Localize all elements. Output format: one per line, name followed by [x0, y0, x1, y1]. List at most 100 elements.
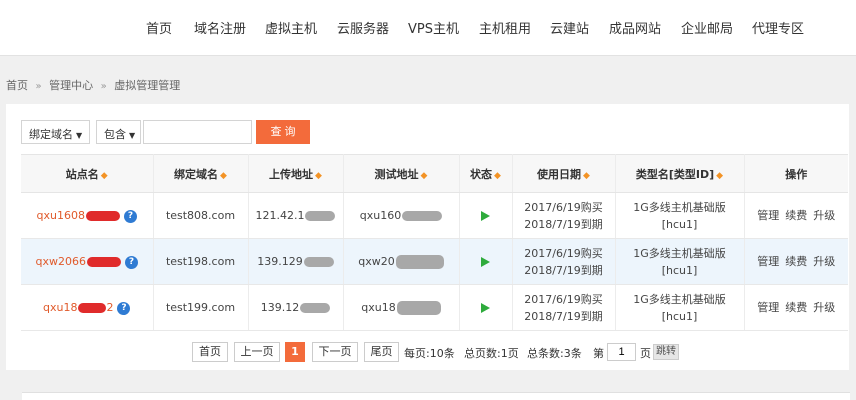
sort-arrows-icon[interactable]: ◆ — [716, 171, 723, 181]
type-id: [hcu1] — [661, 263, 698, 277]
first-page-button[interactable]: 首页 — [192, 342, 228, 362]
breadcrumb-current: 虚拟管理管理 — [114, 79, 181, 92]
col-header-site[interactable]: 站点名 ◆ — [21, 154, 154, 193]
current-page-indicator[interactable]: 1 — [285, 342, 305, 362]
play-triangle-icon — [481, 303, 490, 313]
domain-cell: test808.com — [153, 192, 249, 239]
prev-page-button[interactable]: 上一页 — [234, 342, 280, 362]
lower-panel-edge — [22, 392, 850, 400]
domain-cell: test198.com — [153, 238, 249, 285]
site-name-tail[interactable]: 2 — [106, 301, 113, 314]
upgrade-link[interactable]: 升级 — [813, 255, 835, 268]
next-page-button[interactable]: 下一页 — [312, 342, 358, 362]
table-header-row: 站点名 ◆ 绑定域名 ◆ 上传地址 ◆ 测试地址 ◆ 状态 ◆ 使用日期 ◆ 类型名[类型I… — [21, 154, 848, 193]
page-prefix-text: 第 — [593, 347, 604, 360]
breadcrumb-management-center[interactable]: 管理中心 — [49, 79, 93, 92]
redacted-mark — [78, 303, 107, 313]
upload-address: 121.42.1 — [255, 209, 305, 222]
question-circle-icon[interactable]: ? — [117, 301, 131, 315]
breadcrumb-home[interactable]: 首页 — [6, 79, 28, 92]
total-items-text: 总条数:3条 — [527, 347, 582, 360]
date-expire: 2018/7/19到期 — [524, 217, 603, 231]
table-row: qxw2066? test198.com 139.129 qxw20 2017/… — [21, 238, 848, 285]
site-name-link[interactable]: qxu18 — [43, 301, 77, 314]
question-circle-icon[interactable]: ? — [124, 255, 138, 269]
col-header-test-addr[interactable]: 测试地址 ◆ — [343, 154, 460, 193]
nav-ready-made-site[interactable]: 成品网站 — [609, 18, 661, 37]
test-address[interactable]: qxw20 — [358, 255, 395, 268]
test-address[interactable]: qxu18 — [361, 301, 395, 314]
filter-field-select[interactable]: 绑定域名 ▼ — [21, 120, 90, 144]
col-header-upload[interactable]: 上传地址 ◆ — [248, 154, 344, 193]
redacted-mark — [300, 303, 331, 313]
manage-link[interactable]: 管理 — [757, 301, 779, 314]
sort-arrows-icon[interactable]: ◆ — [315, 171, 322, 181]
nav-home[interactable]: 首页 — [146, 18, 172, 37]
page-number-input[interactable] — [607, 343, 636, 361]
breadcrumb: 首页 » 管理中心 » 虚拟管理管理 — [6, 77, 180, 93]
upload-address: 139.129 — [257, 255, 303, 268]
type-name: 1G多线主机基础版 — [633, 200, 726, 214]
table-row: qxu18 2? test199.com 139.12 qxu18 2017/6/… — [21, 284, 848, 331]
date-buy: 2017/6/19购买 — [524, 292, 603, 306]
nav-virtual-host[interactable]: 虚拟主机 — [265, 18, 317, 37]
filter-mode-value: 包含 — [104, 128, 126, 141]
sort-arrows-icon[interactable]: ◆ — [220, 171, 227, 181]
upgrade-link[interactable]: 升级 — [813, 301, 835, 314]
redacted-mark — [85, 211, 120, 221]
filter-mode-select[interactable]: 包含 ▼ — [96, 120, 141, 144]
site-name-link[interactable]: qxu1608 — [37, 209, 85, 222]
test-address[interactable]: qxu160 — [360, 209, 401, 222]
sort-arrows-icon[interactable]: ◆ — [101, 171, 108, 181]
question-circle-icon[interactable]: ? — [123, 209, 137, 223]
nav-cloud-site[interactable]: 云建站 — [550, 18, 589, 37]
col-header-type[interactable]: 类型名[类型ID] ◆ — [615, 154, 745, 193]
play-triangle-icon — [481, 211, 490, 221]
nav-vps-host[interactable]: VPS主机 — [408, 18, 459, 37]
filter-field-value: 绑定域名 — [29, 128, 73, 141]
upgrade-link[interactable]: 升级 — [813, 209, 835, 222]
top-navigation: 首页 域名注册 虚拟主机 云服务器 VPS主机 主机租用 云建站 成品网站 企业… — [0, 0, 856, 56]
date-expire: 2018/7/19到期 — [524, 309, 603, 323]
type-name: 1G多线主机基础版 — [633, 246, 726, 260]
redacted-mark — [395, 255, 444, 269]
col-header-date[interactable]: 使用日期 ◆ — [512, 154, 616, 193]
filter-keyword-input[interactable] — [143, 120, 252, 144]
nav-domain-register[interactable]: 域名注册 — [194, 18, 246, 37]
upload-address: 139.12 — [260, 301, 300, 314]
redacted-mark — [303, 257, 334, 267]
date-buy: 2017/6/19购买 — [524, 246, 603, 260]
sort-arrows-icon[interactable]: ◆ — [583, 171, 590, 181]
nav-enterprise-mail[interactable]: 企业邮局 — [681, 18, 733, 37]
col-header-status[interactable]: 状态 ◆ — [459, 154, 513, 193]
sort-arrows-icon[interactable]: ◆ — [494, 171, 501, 181]
type-name: 1G多线主机基础版 — [633, 292, 726, 306]
renew-link[interactable]: 续费 — [785, 209, 807, 222]
redacted-mark — [305, 211, 336, 221]
nav-host-rental[interactable]: 主机租用 — [479, 18, 531, 37]
redacted-mark — [396, 301, 441, 315]
renew-link[interactable]: 续费 — [785, 301, 807, 314]
chevron-right-icon: » — [35, 81, 42, 92]
manage-link[interactable]: 管理 — [757, 209, 779, 222]
last-page-button[interactable]: 尾页 — [364, 342, 399, 362]
manage-link[interactable]: 管理 — [757, 255, 779, 268]
col-header-actions: 操作 — [744, 154, 848, 193]
site-name-link[interactable]: qxw2066 — [36, 255, 86, 268]
domain-cell: test199.com — [153, 284, 249, 331]
host-table: 站点名 ◆ 绑定域名 ◆ 上传地址 ◆ 测试地址 ◆ 状态 ◆ 使用日期 ◆ 类型名[类型I… — [21, 154, 848, 331]
sort-arrows-icon[interactable]: ◆ — [421, 171, 428, 181]
redacted-mark — [86, 257, 121, 267]
renew-link[interactable]: 续费 — [785, 255, 807, 268]
jump-button[interactable]: 跳转 — [653, 344, 679, 360]
date-buy: 2017/6/19购买 — [524, 200, 603, 214]
nav-cloud-server[interactable]: 云服务器 — [337, 18, 389, 37]
chevron-right-icon: » — [100, 81, 107, 92]
col-header-domain[interactable]: 绑定域名 ◆ — [153, 154, 249, 193]
type-id: [hcu1] — [661, 217, 698, 231]
search-button[interactable]: 查 询 — [256, 120, 310, 144]
page-suffix-text: 页 — [640, 347, 651, 360]
total-pages-text: 总页数:1页 — [464, 347, 519, 360]
nav-agent-zone[interactable]: 代理专区 — [752, 18, 804, 37]
per-page-text: 每页:10条 — [404, 347, 455, 360]
